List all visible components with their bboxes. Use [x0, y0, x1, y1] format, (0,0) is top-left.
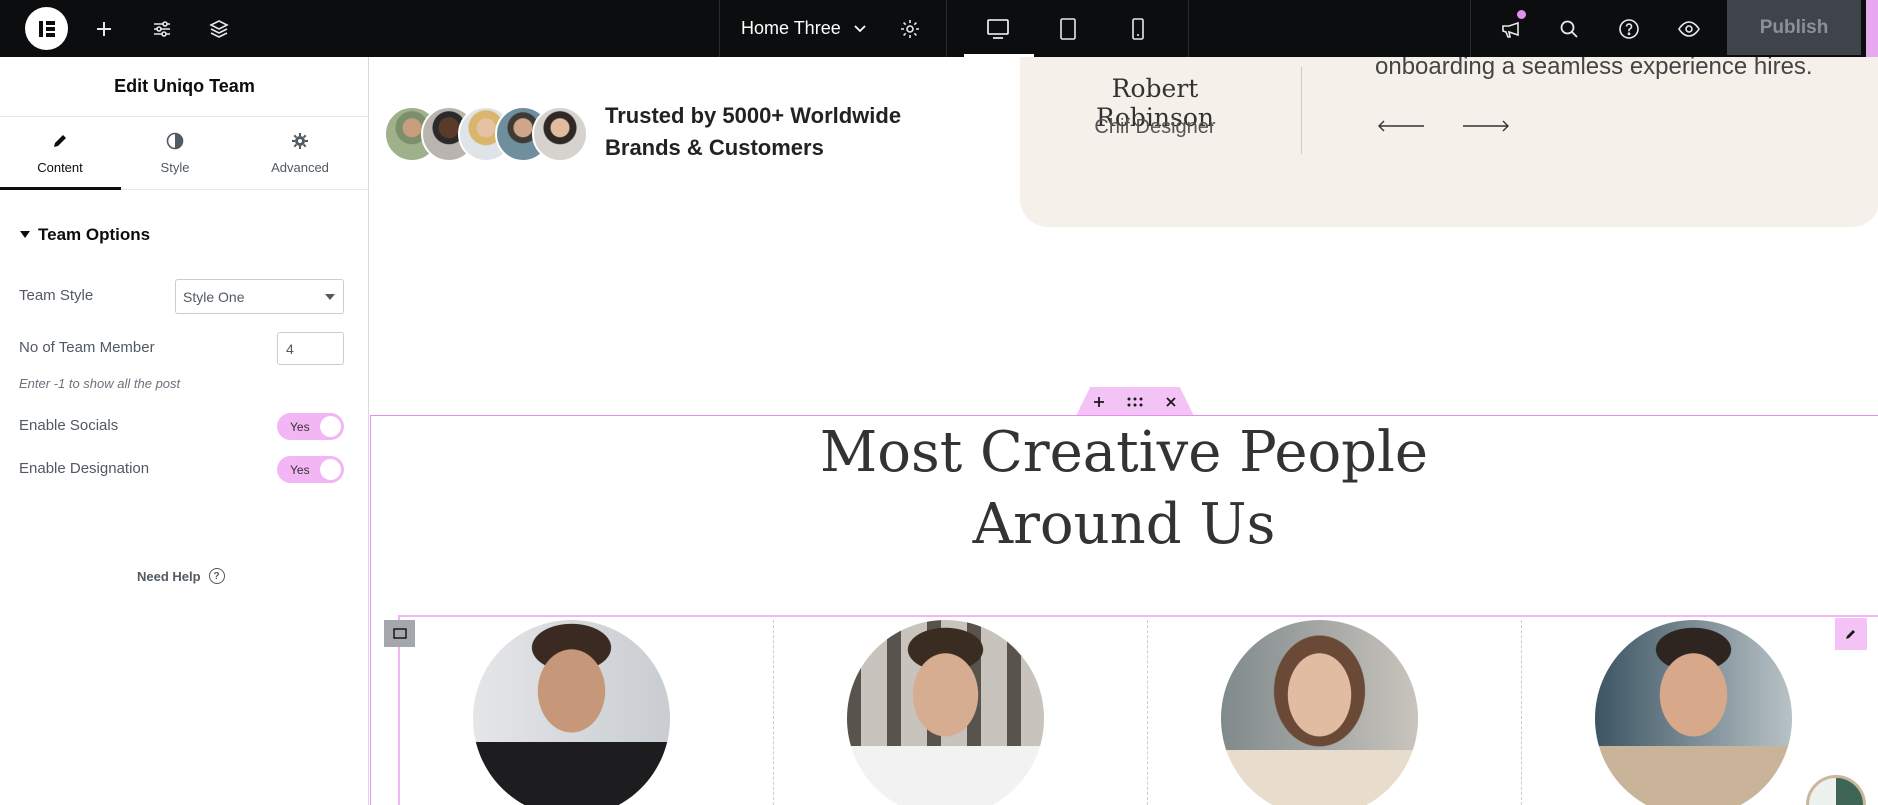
- preview-canvas: Trusted by 5000+ Worldwide Brands & Cust…: [370, 57, 1878, 805]
- caret-down-icon: [325, 294, 335, 300]
- team-style-label: Team Style: [19, 287, 94, 304]
- arrow-left-icon[interactable]: [1377, 119, 1425, 133]
- heading-line: Most Creative People: [819, 420, 1429, 485]
- team-member-photo[interactable]: [1221, 620, 1418, 805]
- pencil-icon: [51, 132, 69, 153]
- toggle-knob: [320, 459, 341, 480]
- mobile-icon[interactable]: [1123, 14, 1153, 44]
- caret-down-icon: [20, 231, 30, 238]
- tab-advanced[interactable]: Advanced: [240, 117, 360, 190]
- enable-socials-toggle[interactable]: Yes: [277, 413, 344, 440]
- publish-button[interactable]: Publish: [1727, 0, 1861, 55]
- gear-icon: [291, 132, 309, 153]
- trusted-line: Brands & Customers: [605, 135, 824, 160]
- need-help-link[interactable]: Need Help ?: [137, 568, 225, 584]
- notification-dot: [1517, 10, 1526, 19]
- chevron-down-icon: [853, 18, 867, 39]
- tab-label: Style: [160, 160, 190, 175]
- column-divider: [1521, 620, 1522, 805]
- tab-style[interactable]: Style: [115, 117, 235, 190]
- testimonial-card: Robert Robinson Chif Designer onboarding…: [1020, 57, 1878, 227]
- tab-label: Advanced: [271, 160, 329, 175]
- separator: [1470, 0, 1471, 57]
- trusted-line: Trusted by 5000+ Worldwide: [605, 103, 902, 128]
- enable-socials-label: Enable Socials: [19, 417, 119, 434]
- column-divider: [773, 620, 774, 805]
- add-section-icon[interactable]: [1091, 394, 1107, 410]
- heading-line: Around Us: [972, 492, 1276, 557]
- accent-edge: [1866, 0, 1878, 57]
- contrast-icon: [166, 132, 184, 153]
- pencil-icon: [1846, 630, 1855, 639]
- sliders-icon[interactable]: [147, 14, 177, 44]
- team-member-photo[interactable]: [847, 620, 1044, 805]
- separator: [719, 0, 720, 57]
- divider: [1301, 67, 1302, 154]
- team-members-input[interactable]: [277, 332, 344, 365]
- panel-tabs: Content Style Advanced: [0, 117, 369, 190]
- team-members-hint: Enter -1 to show all the post: [19, 376, 181, 391]
- tablet-icon[interactable]: [1053, 14, 1083, 44]
- column-divider: [1147, 620, 1148, 805]
- edit-widget-button[interactable]: [1835, 618, 1867, 650]
- widget-column-icon[interactable]: [384, 620, 415, 647]
- help-icon: ?: [208, 568, 225, 584]
- customer-avatars: [384, 106, 604, 162]
- avatar: [532, 106, 588, 162]
- team-style-select[interactable]: Style One: [175, 279, 344, 314]
- page-selector[interactable]: Home Three: [741, 0, 867, 57]
- editor-panel: Edit Uniqo Team Content Style Advanced T…: [0, 57, 369, 805]
- need-help-label: Need Help: [137, 568, 201, 584]
- section-heading: Most Creative People Around Us: [370, 417, 1878, 561]
- toggle-knob: [320, 416, 341, 437]
- eye-icon[interactable]: [1674, 14, 1704, 44]
- section-toggle-team-options[interactable]: Team Options: [20, 225, 150, 245]
- arrow-right-icon[interactable]: [1462, 119, 1510, 133]
- enable-designation-label: Enable Designation: [19, 460, 150, 477]
- team-member-photo[interactable]: [473, 620, 670, 805]
- separator: [946, 0, 947, 57]
- enable-designation-toggle[interactable]: Yes: [277, 456, 344, 483]
- tab-label: Content: [37, 160, 83, 175]
- section-title: Team Options: [38, 225, 151, 244]
- select-value: Style One: [183, 288, 245, 305]
- team-members-label: No of Team Member: [19, 339, 155, 356]
- testimonial-role: Chif Designer: [1094, 116, 1216, 138]
- help-icon[interactable]: [1614, 14, 1644, 44]
- search-icon[interactable]: [1554, 14, 1584, 44]
- section-handle: [1076, 387, 1194, 416]
- team-member-photo[interactable]: [1595, 620, 1792, 805]
- close-icon[interactable]: [1163, 394, 1179, 410]
- panel-title: Edit Uniqo Team: [0, 57, 369, 117]
- trusted-text: Trusted by 5000+ Worldwide Brands & Cust…: [605, 100, 935, 164]
- toggle-text: Yes: [290, 420, 310, 434]
- add-icon[interactable]: [89, 14, 119, 44]
- top-bar: Home Three Publish: [0, 0, 1878, 57]
- active-tab-indicator: [0, 187, 121, 190]
- elementor-logo-icon[interactable]: [25, 7, 68, 50]
- separator: [1188, 0, 1189, 57]
- tab-content[interactable]: Content: [0, 117, 120, 190]
- drag-handle-icon[interactable]: [1127, 394, 1143, 410]
- toggle-text: Yes: [290, 463, 310, 477]
- testimonial-text: onboarding a seamless experience hires.: [1375, 57, 1813, 80]
- desktop-icon[interactable]: [983, 14, 1013, 44]
- page-name: Home Three: [741, 18, 841, 38]
- layers-icon[interactable]: [204, 14, 234, 44]
- gear-icon[interactable]: [895, 14, 925, 44]
